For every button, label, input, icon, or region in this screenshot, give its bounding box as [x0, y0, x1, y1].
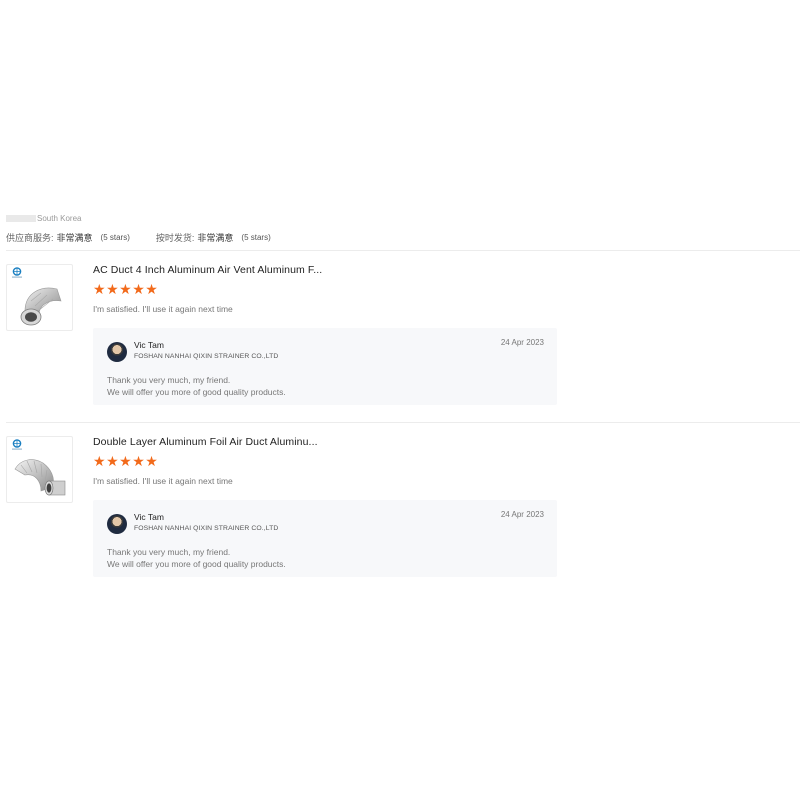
star-icon: ★: [119, 453, 132, 469]
star-icon: ★: [132, 453, 145, 469]
star-icon: ★: [119, 281, 132, 297]
star-icon: ★: [93, 453, 106, 469]
star-rating: ★ ★ ★ ★ ★: [93, 454, 158, 468]
star-icon: ★: [132, 281, 145, 297]
reply-date: 24 Apr 2023: [500, 510, 544, 519]
reply-line: Thank you very much, my friend.: [107, 547, 231, 557]
divider: [6, 250, 800, 251]
rating-stars-text: (5 stars): [100, 233, 130, 242]
reply-company-name: FOSHAN NANHAI QIXIN STRAINER CO.,LTD: [134, 353, 279, 360]
supplier-reply: Vic Tam FOSHAN NANHAI QIXIN STRAINER CO.…: [93, 328, 557, 405]
review-comment: I'm satisfied. I'll use it again next ti…: [93, 304, 233, 314]
product-thumbnail[interactable]: [6, 264, 73, 331]
buyer-name-masked: [6, 214, 36, 222]
rating-value: 非常满意: [197, 233, 234, 243]
supplier-ratings: 供应商服务: 非常满意 (5 stars) 按时发货: 非常满意 (5 star…: [6, 231, 796, 244]
reply-line: We will offer you more of good quality p…: [107, 559, 286, 569]
star-icon: ★: [145, 453, 158, 469]
divider: [6, 422, 800, 423]
product-title-link[interactable]: AC Duct 4 Inch Aluminum Air Vent Aluminu…: [93, 264, 322, 276]
supplier-logo-icon: [12, 267, 22, 278]
rating-on-time-delivery: 按时发货: 非常满意 (5 stars): [156, 231, 271, 244]
star-icon: ★: [106, 281, 119, 297]
rating-label: 供应商服务:: [6, 233, 54, 243]
star-icon: ★: [145, 281, 158, 297]
reply-line: Thank you very much, my friend.: [107, 375, 231, 385]
buyer-country: South Korea: [37, 213, 82, 223]
star-rating: ★ ★ ★ ★ ★: [93, 282, 158, 296]
review-comment: I'm satisfied. I'll use it again next ti…: [93, 476, 233, 486]
buyer-header: South Korea 供应商服务: 非常满意 (5 stars) 按时发货: …: [6, 212, 796, 244]
rating-label: 按时发货:: [155, 233, 195, 243]
foil-duct-image: [14, 459, 66, 496]
aluminum-duct-image: [20, 287, 62, 326]
reply-author-name: Vic Tam: [134, 512, 164, 522]
product-title-link[interactable]: Double Layer Aluminum Foil Air Duct Alum…: [93, 436, 318, 448]
reply-line: We will offer you more of good quality p…: [107, 387, 286, 397]
product-thumbnail[interactable]: [6, 436, 73, 503]
supplier-reply: Vic Tam FOSHAN NANHAI QIXIN STRAINER CO.…: [93, 500, 557, 577]
avatar: [107, 342, 127, 362]
reply-text: Thank you very much, my friend. We will …: [107, 374, 286, 398]
buyer-info: South Korea: [6, 212, 796, 224]
rating-supplier-service: 供应商服务: 非常满意 (5 stars): [6, 231, 130, 244]
reply-company-name: FOSHAN NANHAI QIXIN STRAINER CO.,LTD: [134, 525, 279, 532]
star-icon: ★: [106, 453, 119, 469]
rating-stars-text: (5 stars): [241, 233, 271, 242]
supplier-logo-icon: [12, 439, 22, 450]
reply-author-name: Vic Tam: [134, 340, 164, 350]
reply-text: Thank you very much, my friend. We will …: [107, 546, 286, 570]
star-icon: ★: [93, 281, 106, 297]
avatar: [107, 514, 127, 534]
reply-date: 24 Apr 2023: [500, 338, 544, 347]
rating-value: 非常满意: [56, 233, 93, 243]
